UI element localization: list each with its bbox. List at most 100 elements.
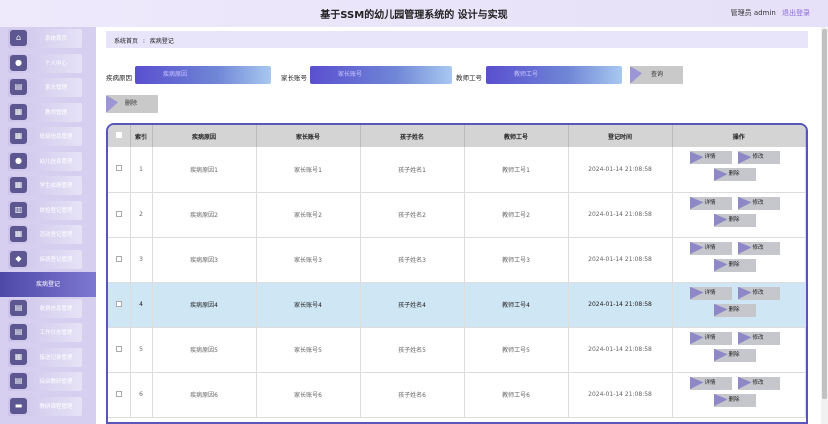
pin-icon: ◆ bbox=[10, 250, 27, 267]
cell-reason: 疾病原因4 bbox=[152, 282, 257, 328]
sidebar-item[interactable]: ● 幼儿信息管理 bbox=[0, 150, 96, 175]
sidebar-item[interactable]: ▥ 体检登记管理 bbox=[0, 199, 96, 224]
detail-button[interactable]: 详情 bbox=[689, 286, 732, 300]
sidebar-item[interactable]: ▦ 教师管理 bbox=[0, 101, 96, 126]
user-label: 管理员 admin bbox=[730, 9, 776, 17]
delete-row-button[interactable]: 删除 bbox=[713, 213, 756, 227]
sidebar-item[interactable]: ◆ 疾病登记管理 bbox=[0, 248, 96, 273]
sidebar-item-label: 系统首页 bbox=[44, 36, 67, 42]
breadcrumb-home[interactable]: 系统首页 bbox=[114, 38, 138, 45]
doc-icon: ▤ bbox=[10, 373, 27, 389]
delete-row-button[interactable]: 删除 bbox=[713, 168, 756, 182]
table-row[interactable]: 3 疾病原因3 家长账号3 孩子姓名3 教师工号3 2024-01-14 21:08:58… bbox=[108, 237, 806, 283]
reason-input[interactable]: 疾病原因 bbox=[135, 66, 271, 84]
edit-button[interactable]: 修改 bbox=[737, 241, 780, 255]
row-select-cell[interactable] bbox=[108, 147, 131, 193]
table-row[interactable]: 1 疾病原因1 家长账号1 孩子姓名1 教师工号1 2024-01-14 21:08:58… bbox=[108, 147, 806, 193]
table-row[interactable]: 6 疾病原因6 家长账号6 孩子姓名6 教师工号6 2024-01-14 21:08:58… bbox=[108, 372, 806, 418]
table-header-row: 索引 疾病原因 家长账号 孩子姓名 教师工号 登记时间 操作 bbox=[108, 125, 806, 147]
sidebar-item-label: 疾病登记 bbox=[35, 281, 60, 288]
reason-label: 疾病原因 bbox=[106, 74, 132, 82]
cell-parent: 家长账号2 bbox=[256, 192, 361, 238]
sidebar-item[interactable]: ▦ 接送记录管理 bbox=[0, 346, 96, 371]
select-all-checkbox[interactable] bbox=[115, 132, 122, 138]
cell-index: 6 bbox=[130, 372, 153, 418]
parent-input[interactable]: 家长账号 bbox=[310, 66, 452, 84]
cell-child: 孩子姓名5 bbox=[360, 327, 465, 373]
grid-icon: ▦ bbox=[10, 103, 27, 120]
header-select-all[interactable] bbox=[108, 125, 131, 147]
sidebar-item[interactable]: ▦ 学生成绩管理 bbox=[0, 174, 96, 199]
sidebar-item[interactable]: ▦ 活动登记管理 bbox=[0, 223, 96, 248]
row-checkbox[interactable] bbox=[115, 390, 122, 397]
delete-button[interactable]: 删除 bbox=[107, 95, 158, 113]
edit-button[interactable]: 修改 bbox=[737, 376, 780, 390]
cell-time: 2024-01-14 21:08:58 bbox=[568, 282, 673, 328]
sidebar-item-label: 教师管理 bbox=[44, 109, 67, 116]
row-select-cell[interactable] bbox=[108, 282, 131, 328]
sidebar-item[interactable]: ▤ 工作日志管理 bbox=[0, 321, 96, 346]
row-select-cell[interactable] bbox=[108, 372, 131, 418]
logout-link[interactable]: 退出登录 bbox=[782, 9, 810, 17]
table-row[interactable]: 5 疾病原因5 家长账号5 孩子姓名5 教师工号5 2024-01-14 21:08:58… bbox=[108, 327, 806, 373]
cell-teacher: 教师工号1 bbox=[464, 147, 569, 193]
cell-actions: 详情 修改删除 bbox=[672, 147, 806, 193]
cell-index: 3 bbox=[130, 237, 153, 283]
delete-row-button[interactable]: 删除 bbox=[713, 348, 756, 362]
query-button[interactable]: 查询 bbox=[631, 66, 683, 84]
cell-actions: 详情 修改删除 bbox=[672, 282, 806, 328]
sidebar-item[interactable]: ▤ 综合教研管理 bbox=[0, 370, 96, 395]
cell-child: 孩子姓名1 bbox=[360, 147, 465, 193]
row-checkbox[interactable] bbox=[115, 165, 122, 172]
sidebar-item-label: 工作日志管理 bbox=[39, 330, 73, 336]
cell-reason: 疾病原因6 bbox=[152, 372, 257, 418]
breadcrumb-current: 疾病登记 bbox=[149, 38, 174, 45]
cell-time: 2024-01-14 21:08:58 bbox=[568, 237, 673, 283]
grid-icon: ▦ bbox=[10, 348, 27, 365]
cell-teacher: 教师工号4 bbox=[464, 282, 569, 328]
cell-teacher: 教师工号2 bbox=[464, 192, 569, 238]
cell-actions: 详情 修改删除 bbox=[672, 327, 806, 373]
row-checkbox[interactable] bbox=[115, 255, 122, 262]
detail-button[interactable]: 详情 bbox=[689, 241, 732, 255]
row-checkbox[interactable] bbox=[115, 345, 122, 352]
delete-row-button[interactable]: 删除 bbox=[713, 393, 756, 407]
edit-button[interactable]: 修改 bbox=[737, 151, 780, 165]
row-select-cell[interactable] bbox=[108, 192, 131, 238]
row-checkbox[interactable] bbox=[115, 300, 122, 307]
sidebar-item-label: 活动登记管理 bbox=[39, 232, 73, 238]
sidebar-item[interactable]: ▤ 收费信息管理 bbox=[0, 297, 96, 322]
cell-time: 2024-01-14 21:08:58 bbox=[568, 327, 673, 373]
header-reason: 疾病原因 bbox=[152, 125, 257, 147]
edit-button[interactable]: 修改 bbox=[737, 196, 780, 210]
edit-button[interactable]: 修改 bbox=[737, 331, 780, 345]
scrollbar[interactable] bbox=[821, 27, 828, 424]
sidebar-item-label: 综合教研管理 bbox=[39, 379, 73, 385]
sidebar-item-label: 学生成绩管理 bbox=[39, 183, 73, 189]
detail-button[interactable]: 详情 bbox=[689, 196, 732, 210]
cell-parent: 家长账号5 bbox=[256, 327, 361, 373]
cell-index: 4 bbox=[130, 282, 153, 328]
sidebar-item[interactable]: ▦ 班级信息管理 bbox=[0, 125, 96, 150]
row-select-cell[interactable] bbox=[108, 237, 131, 283]
scrollbar-thumb[interactable] bbox=[822, 29, 827, 399]
table-row[interactable]: 4 疾病原因4 家长账号4 孩子姓名4 教师工号4 2024-01-14 21:08:58… bbox=[108, 282, 806, 328]
sidebar-item-label: 疾病登记管理 bbox=[39, 256, 73, 263]
table-row[interactable]: 2 疾病原因2 家长账号2 孩子姓名2 教师工号2 2024-01-14 21:08:58… bbox=[108, 192, 806, 238]
detail-button[interactable]: 详情 bbox=[689, 331, 732, 345]
edit-button[interactable]: 修改 bbox=[737, 286, 780, 300]
cell-index: 1 bbox=[130, 147, 153, 193]
delete-row-button[interactable]: 删除 bbox=[713, 258, 756, 272]
sidebar-item[interactable]: ⌂ 系统首页 bbox=[0, 27, 96, 52]
sidebar-item[interactable]: 疾病登记 bbox=[0, 272, 96, 297]
breadcrumb: 系统首页 ⁝ 疾病登记 bbox=[106, 31, 808, 48]
row-select-cell[interactable] bbox=[108, 327, 131, 373]
delete-row-button[interactable]: 删除 bbox=[713, 303, 756, 317]
cell-teacher: 教师工号3 bbox=[464, 237, 569, 283]
detail-button[interactable]: 详情 bbox=[689, 376, 732, 390]
user-area: 管理员 admin 退出登录 bbox=[731, 8, 810, 18]
detail-button[interactable]: 详情 bbox=[689, 151, 732, 165]
sidebar-item[interactable]: ▬ 教研课程管理 bbox=[0, 395, 96, 420]
row-checkbox[interactable] bbox=[115, 210, 122, 217]
teacher-input[interactable]: 教师工号 bbox=[486, 66, 622, 84]
